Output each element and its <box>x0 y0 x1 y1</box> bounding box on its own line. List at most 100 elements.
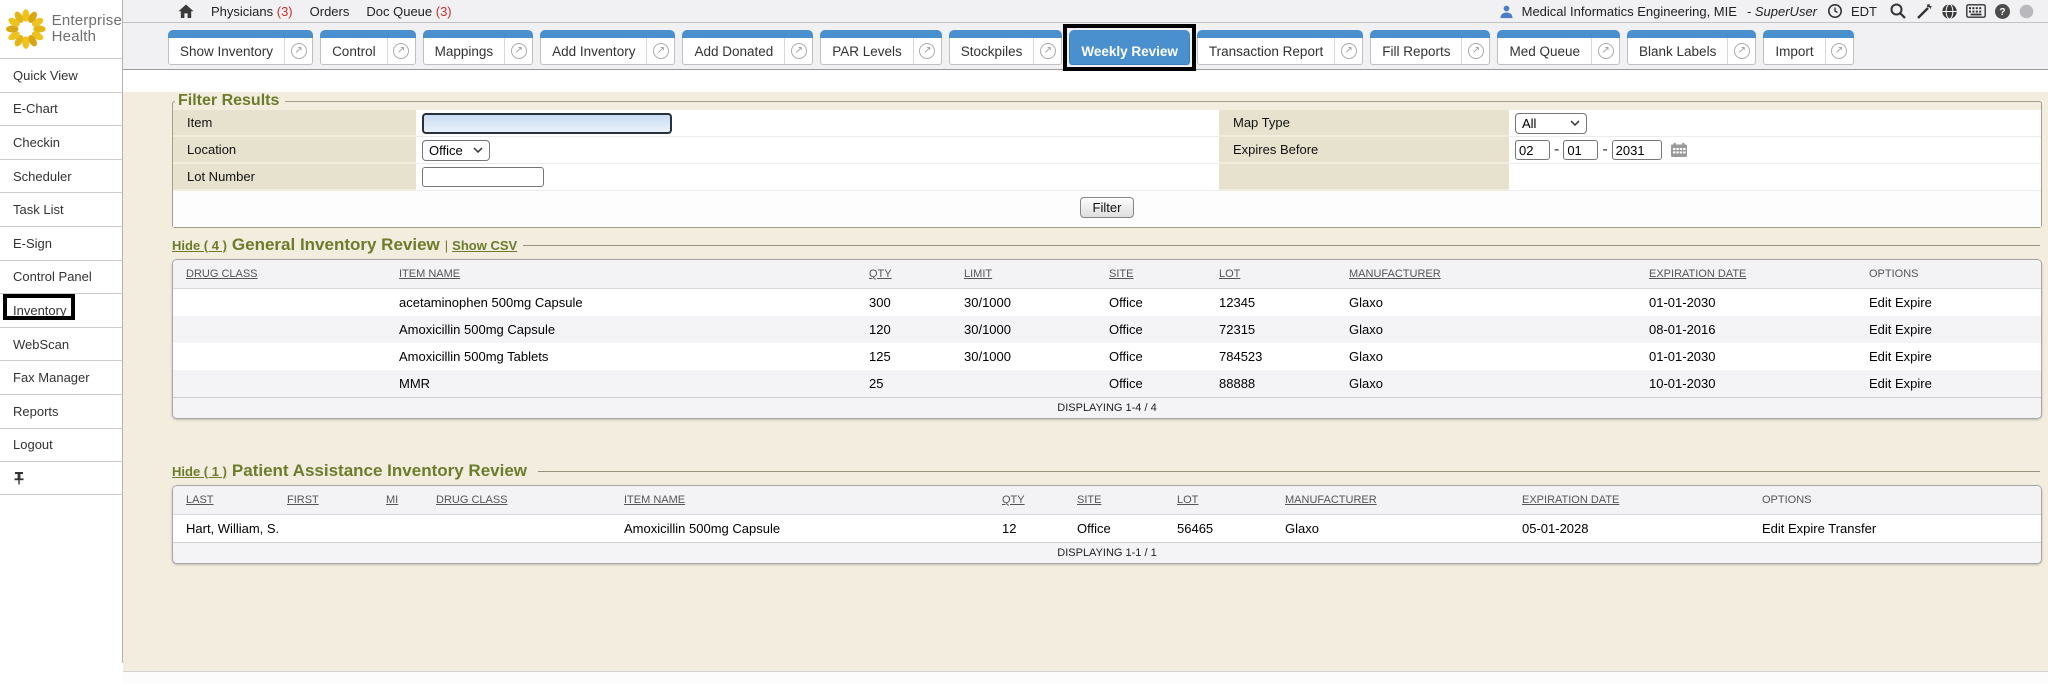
tab-help-button[interactable]: ↗ <box>504 38 532 64</box>
filter-button[interactable]: Filter <box>1080 197 1135 218</box>
globe-icon[interactable] <box>1941 3 1958 20</box>
tab-help-button[interactable]: ↗ <box>1461 38 1489 64</box>
tab-help-button[interactable]: ↗ <box>284 38 312 64</box>
external-link-icon: ↗ <box>1734 43 1750 59</box>
sidebar-item-control-panel[interactable]: Control Panel <box>0 260 122 294</box>
wand-icon[interactable] <box>1915 3 1933 20</box>
search-icon[interactable] <box>1889 2 1907 20</box>
cell-options[interactable]: Edit Expire <box>1856 343 2041 370</box>
expires-day-input[interactable] <box>1563 140 1598 160</box>
clock-icon[interactable] <box>1827 3 1843 19</box>
tab-control[interactable]: Control↗ <box>320 30 416 65</box>
tab-mappings[interactable]: Mappings↗ <box>423 30 534 65</box>
sidebar-item-logout[interactable]: Logout <box>0 428 122 462</box>
topnav-label: Orders <box>310 4 350 19</box>
column-header-drug-class[interactable]: DRUG CLASS <box>173 260 386 289</box>
sidebar-item-scheduler[interactable]: Scheduler <box>0 159 122 193</box>
topnav-physicians[interactable]: Physicians (3) <box>211 4 293 19</box>
tab-show-inventory[interactable]: Show Inventory↗ <box>168 30 313 65</box>
cell-item-name: MMR <box>386 370 856 397</box>
user-name[interactable]: Medical Informatics Engineering, MIE <box>1522 4 1737 19</box>
column-header-expiration-date[interactable]: EXPIRATION DATE <box>1509 486 1749 515</box>
sidebar-pin-button[interactable] <box>0 461 122 495</box>
external-link-icon: ↗ <box>1598 43 1614 59</box>
show-csv-link[interactable]: Show CSV <box>452 238 517 253</box>
cell-item-name: Amoxicillin 500mg Capsule <box>611 515 989 542</box>
sidebar-item-webscan[interactable]: WebScan <box>0 327 122 361</box>
tab-weekly-review[interactable]: Weekly Review <box>1069 30 1190 65</box>
tab-add-inventory[interactable]: Add Inventory↗ <box>540 30 675 65</box>
tab-help-button[interactable]: ↗ <box>1334 38 1362 64</box>
column-header-qty[interactable]: QTY <box>856 260 951 289</box>
tab-help-button[interactable]: ↗ <box>784 38 812 64</box>
enterprise-health-logo-icon <box>5 8 47 50</box>
sidebar-item-fax-manager[interactable]: Fax Manager <box>0 360 122 394</box>
column-header-item-name[interactable]: ITEM NAME <box>386 260 856 289</box>
column-header-mi[interactable]: MI <box>373 486 423 515</box>
map-type-select[interactable]: All <box>1515 113 1587 134</box>
tab-med-queue[interactable]: Med Queue↗ <box>1497 30 1620 65</box>
tab-stockpiles[interactable]: Stockpiles↗ <box>949 30 1063 65</box>
column-header-manufacturer[interactable]: MANUFACTURER <box>1336 260 1636 289</box>
sidebar-item-e-chart[interactable]: E-Chart <box>0 92 122 126</box>
column-header-qty[interactable]: QTY <box>989 486 1064 515</box>
column-header-limit[interactable]: LIMIT <box>951 260 1096 289</box>
calendar-icon[interactable] <box>1670 142 1688 158</box>
topnav-doc-queue[interactable]: Doc Queue (3) <box>366 4 451 19</box>
column-header-item-name[interactable]: ITEM NAME <box>611 486 989 515</box>
tab-help-button[interactable]: ↗ <box>913 38 941 64</box>
sidebar-item-quick-view[interactable]: Quick View <box>0 58 122 92</box>
general-hide-link[interactable]: Hide ( 4 ) <box>172 238 227 253</box>
expires-month-input[interactable] <box>1515 140 1550 160</box>
home-icon[interactable] <box>178 4 194 19</box>
sidebar-item-checkin[interactable]: Checkin <box>0 125 122 159</box>
column-header-site[interactable]: SITE <box>1096 260 1206 289</box>
cell-limit: 30/1000 <box>951 343 1096 370</box>
keyboard-icon[interactable] <box>1966 4 1986 18</box>
tab-import[interactable]: Import↗ <box>1763 30 1853 65</box>
column-header-lot[interactable]: LOT <box>1206 260 1336 289</box>
tab-help-button[interactable]: ↗ <box>646 38 674 64</box>
tab-fill-reports[interactable]: Fill Reports↗ <box>1370 30 1490 65</box>
tab-blank-labels[interactable]: Blank Labels↗ <box>1627 30 1756 65</box>
location-select[interactable]: Office <box>422 140 490 161</box>
tab-help-button[interactable]: ↗ <box>1825 38 1853 64</box>
sidebar-item-e-sign[interactable]: E-Sign <box>0 226 122 260</box>
cell-qty: 12 <box>989 515 1064 542</box>
tab-help-button[interactable]: ↗ <box>387 38 415 64</box>
assistance-hide-link[interactable]: Hide ( 1 ) <box>172 464 227 479</box>
sidebar-item-reports[interactable]: Reports <box>0 394 122 428</box>
tab-help-button[interactable]: ↗ <box>1591 38 1619 64</box>
cell-expiration-date: 10-01-2030 <box>1636 370 1856 397</box>
tab-transaction-report[interactable]: Transaction Report↗ <box>1197 30 1363 65</box>
user-role: - SuperUser <box>1747 4 1817 19</box>
expires-year-input[interactable] <box>1612 140 1662 160</box>
column-header-drug-class[interactable]: DRUG CLASS <box>423 486 611 515</box>
column-header-first[interactable]: FIRST <box>274 486 373 515</box>
cell-options[interactable]: Edit Expire <box>1856 289 2041 316</box>
sidebar-item-label: Quick View <box>13 68 78 83</box>
tab-help-button[interactable]: ↗ <box>1727 38 1755 64</box>
count-badge: (3) <box>273 4 293 19</box>
column-header-lot[interactable]: LOT <box>1164 486 1272 515</box>
cell-options[interactable]: Edit Expire <box>1856 370 2041 397</box>
cell-options[interactable]: Edit Expire Transfer <box>1749 515 2041 542</box>
tab-add-donated[interactable]: Add Donated↗ <box>682 30 813 65</box>
topnav-orders[interactable]: Orders <box>310 4 350 19</box>
cell-options[interactable]: Edit Expire <box>1856 316 2041 343</box>
column-header-site[interactable]: SITE <box>1064 486 1164 515</box>
column-header-manufacturer[interactable]: MANUFACTURER <box>1272 486 1509 515</box>
sidebar-item-inventory[interactable]: Inventory <box>0 293 122 327</box>
sidebar-item-task-list[interactable]: Task List <box>0 192 122 226</box>
column-header-expiration-date[interactable]: EXPIRATION DATE <box>1636 260 1856 289</box>
tab-par-levels[interactable]: PAR Levels↗ <box>820 30 942 65</box>
item-input[interactable] <box>422 113 672 134</box>
tab-help-button[interactable]: ↗ <box>1033 38 1061 64</box>
lot-number-input[interactable] <box>422 167 544 187</box>
filter-results-panel: Filter Results Item Map Type All <box>172 92 2042 228</box>
location-value: Office <box>429 143 463 158</box>
column-header-last[interactable]: LAST <box>173 486 274 515</box>
cell-last: Hart, William, S. <box>173 515 274 542</box>
help-icon[interactable]: ? <box>1994 3 2011 20</box>
external-link-icon: ↗ <box>791 43 807 59</box>
